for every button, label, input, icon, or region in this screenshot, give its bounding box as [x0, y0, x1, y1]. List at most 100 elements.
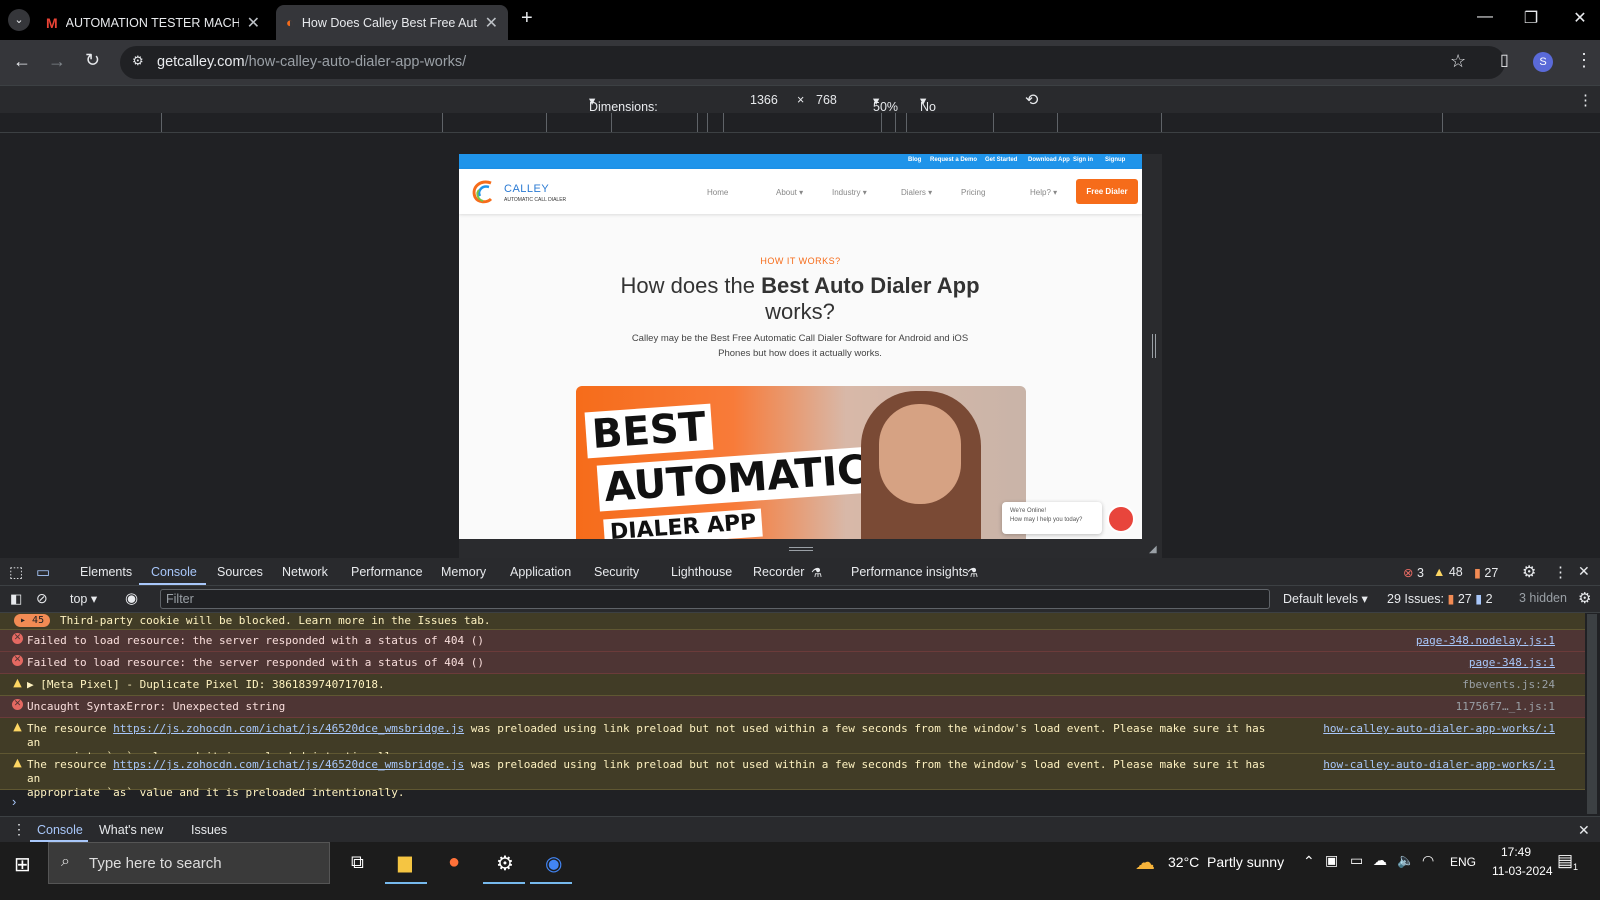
bookmark-star-icon[interactable]: ☆ [1450, 51, 1466, 72]
taskbar-search[interactable]: ⌕ Type here to search [48, 842, 330, 884]
tab-recorder[interactable]: Recorder [753, 565, 804, 579]
notifications-icon[interactable]: ▤ [1557, 851, 1573, 871]
browser-menu-icon[interactable]: ⋮ [1575, 50, 1593, 71]
restore-icon[interactable]: ❐ [1511, 8, 1551, 28]
close-drawer-icon[interactable]: ✕ [1578, 822, 1590, 839]
message-source-link[interactable]: page-348.nodelay.js:1 [1416, 634, 1555, 648]
profile-avatar[interactable]: S [1533, 52, 1553, 72]
live-expression-eye-icon[interactable]: ◉ [125, 589, 138, 607]
issues-summary[interactable]: 29 Issues: ▮ 27 ▮ 2 [1387, 591, 1493, 606]
error-count-badge[interactable]: ⊗ 3 [1403, 565, 1424, 580]
nav-home[interactable]: Home [707, 188, 728, 197]
address-bar[interactable]: ⚙ getcalley.com/how-calley-auto-dialer-a… [120, 46, 1505, 79]
topbar-link-signup[interactable]: Signup [1105, 157, 1125, 163]
tab-console[interactable]: Console [151, 565, 197, 579]
device-toggle-icon[interactable]: ▭ [36, 563, 50, 581]
log-levels-dropdown[interactable]: Default levels ▾ [1283, 591, 1368, 606]
tab-calley[interactable]: ◐ How Does Calley Best Free Auto ✕ [276, 5, 508, 40]
meet-now-icon[interactable]: ▣ [1325, 852, 1338, 869]
zoom-dropdown[interactable]: 50% ▾ [873, 93, 898, 114]
file-explorer-icon[interactable]: ▆ [398, 852, 412, 873]
nav-about[interactable]: About ▾ [776, 188, 803, 197]
devtools-menu-icon[interactable]: ⋮ [1553, 563, 1568, 581]
inspect-element-icon[interactable]: ⬚ [9, 563, 23, 581]
console-filter-input[interactable]: Filter [160, 589, 1270, 609]
task-view-icon[interactable]: ⧉ [351, 852, 364, 873]
sidebar-toggle-icon[interactable]: ◧ [10, 591, 22, 607]
console-message[interactable]: ▲ ▶ [Meta Pixel] - Duplicate Pixel ID: 3… [0, 674, 1585, 696]
settings-gear-icon[interactable]: ⚙ [1522, 562, 1536, 582]
free-dialer-button[interactable]: Free Dialer [1076, 179, 1138, 204]
close-tab-icon[interactable]: ✕ [247, 13, 260, 33]
context-select[interactable]: top ▾ [70, 591, 97, 606]
message-source-link[interactable]: page-348.js:1 [1469, 656, 1555, 670]
width-input[interactable]: 1366 [750, 93, 778, 107]
console-message[interactable]: ✕ Uncaught SyntaxError: Unexpected strin… [0, 696, 1585, 718]
chat-bubble-icon[interactable] [1107, 505, 1135, 533]
nav-dialers[interactable]: Dialers ▾ [901, 188, 932, 197]
drawer-tab-console[interactable]: Console [37, 823, 83, 837]
tab-application[interactable]: Application [510, 565, 571, 579]
battery-icon[interactable]: ▭ [1350, 852, 1363, 869]
calley-logo-icon[interactable] [469, 179, 497, 205]
tab-security[interactable]: Security [594, 565, 639, 579]
language-indicator[interactable]: ENG [1450, 855, 1476, 869]
dimensions-dropdown[interactable]: Dimensions: Responsive ▾ [589, 93, 658, 128]
console-scrollbar[interactable] [1587, 614, 1597, 814]
resize-handle-bottom-icon[interactable] [789, 547, 813, 551]
tab-performance-insights[interactable]: Performance insights [851, 565, 968, 579]
back-arrow-icon[interactable]: ← [13, 51, 31, 72]
side-panel-icon[interactable]: ▯ [1500, 50, 1509, 70]
resize-handle-right-icon[interactable] [1152, 334, 1156, 358]
close-window-icon[interactable]: ✕ [1560, 8, 1600, 28]
clock-date[interactable]: 11-03-2024 [1492, 864, 1553, 878]
message-resource-link[interactable]: https://js.zohocdn.com/ichat/js/46520dce… [113, 758, 464, 771]
firefox-icon[interactable]: ● [448, 851, 460, 874]
console-message[interactable]: ✕ Failed to load resource: the server re… [0, 630, 1585, 652]
message-resource-link[interactable]: https://js.zohocdn.com/ichat/js/46520dce… [113, 722, 464, 735]
windows-start-icon[interactable]: ⊞ [14, 852, 31, 877]
device-menu-icon[interactable]: ⋮ [1578, 91, 1593, 109]
warning-count-badge[interactable]: ▲ 48 [1433, 565, 1463, 579]
drawer-menu-icon[interactable]: ⋮ [12, 821, 26, 838]
tab-search-chevron-icon[interactable]: ⌄ [8, 9, 30, 31]
nav-industry[interactable]: Industry ▾ [832, 188, 867, 197]
console-message[interactable]: ✕ Failed to load resource: the server re… [0, 652, 1585, 674]
drawer-tab-issues[interactable]: Issues [191, 823, 227, 837]
console-settings-icon[interactable]: ⚙ [1578, 589, 1591, 607]
volume-icon[interactable]: 🔈 [1397, 852, 1414, 869]
nav-pricing[interactable]: Pricing [961, 188, 985, 197]
tab-lighthouse[interactable]: Lighthouse [671, 565, 732, 579]
message-source[interactable]: fbevents.js:24 [1462, 678, 1555, 692]
chrome-icon[interactable]: ◉ [545, 851, 562, 876]
reload-icon[interactable]: ↻ [85, 50, 100, 71]
tab-memory[interactable]: Memory [441, 565, 486, 579]
resize-corner-icon[interactable]: ◢ [1149, 544, 1157, 555]
tab-gmail[interactable]: M AUTOMATION TESTER MACHIN ✕ [36, 5, 270, 40]
topbar-link-get-started[interactable]: Get Started [985, 157, 1017, 163]
message-source-link[interactable]: how-calley-auto-dialer-app-works/:1 [1323, 758, 1555, 772]
show-hidden-icons-chevron-icon[interactable]: ⌃ [1303, 853, 1315, 870]
close-devtools-icon[interactable]: ✕ [1578, 563, 1590, 580]
height-input[interactable]: 768 [816, 93, 837, 107]
topbar-link-blog[interactable]: Blog [908, 157, 921, 163]
chat-widget[interactable]: We're Online! How may I help you today? [1002, 502, 1102, 534]
console-prompt[interactable]: › [0, 790, 1585, 816]
onedrive-cloud-icon[interactable]: ☁ [1373, 852, 1387, 869]
topbar-link-signin[interactable]: Sign in [1073, 157, 1093, 163]
tab-performance[interactable]: Performance [351, 565, 423, 579]
message-source-link[interactable]: how-calley-auto-dialer-app-works/:1 [1323, 722, 1555, 736]
rotate-icon[interactable]: ⟲ [1025, 90, 1038, 110]
weather-text[interactable]: 32°C Partly sunny [1168, 854, 1284, 870]
clock-time[interactable]: 17:49 [1501, 845, 1531, 859]
nav-help[interactable]: Help? ▾ [1030, 188, 1057, 197]
info-count-badge[interactable]: ▮ 27 [1474, 565, 1498, 580]
topbar-link-demo[interactable]: Request a Demo [930, 157, 977, 163]
tab-network[interactable]: Network [282, 565, 328, 579]
site-info-icon[interactable]: ⚙ [132, 53, 144, 69]
topbar-link-download[interactable]: Download App [1028, 157, 1070, 163]
drawer-tab-whats-new[interactable]: What's new [99, 823, 163, 837]
minimize-icon[interactable]: — [1465, 8, 1505, 26]
tab-elements[interactable]: Elements [80, 565, 132, 579]
settings-app-icon[interactable]: ⚙ [496, 851, 514, 876]
